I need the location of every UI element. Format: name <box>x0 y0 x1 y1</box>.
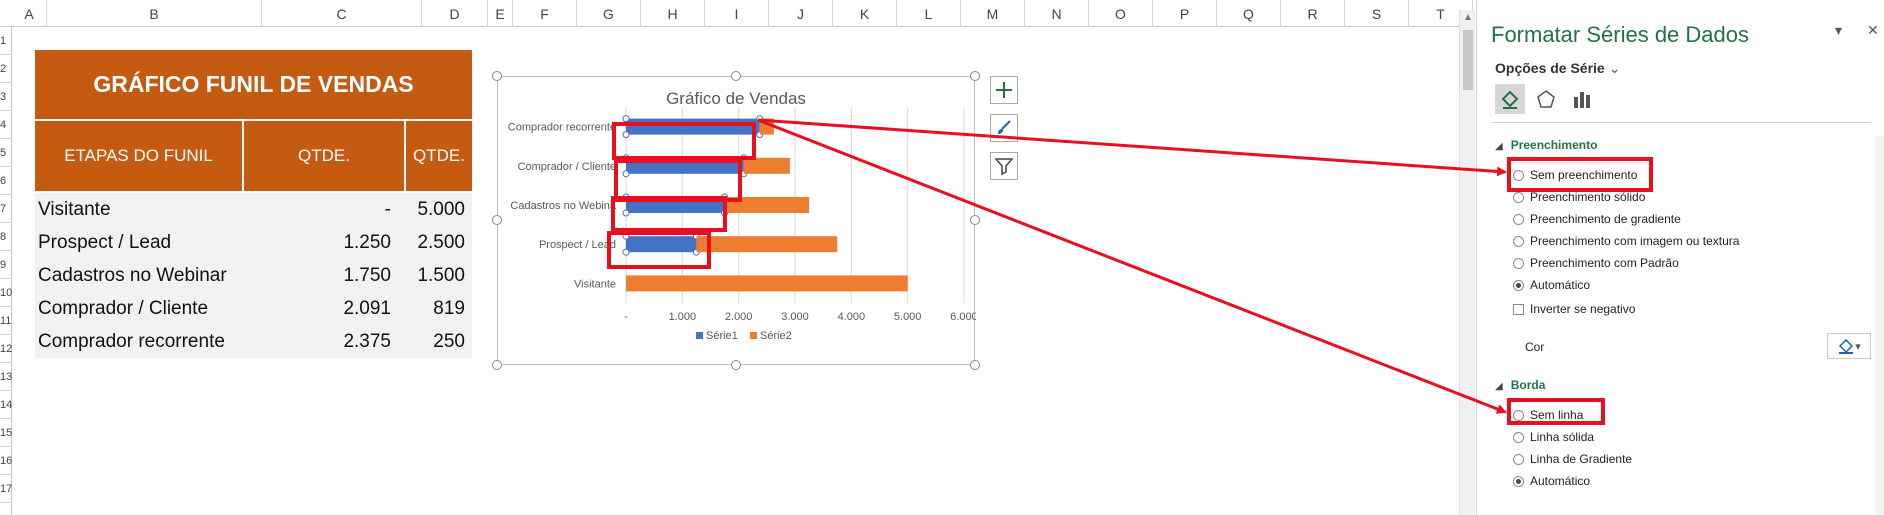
annotation-arrows <box>757 118 1507 414</box>
excel-window: ABCDEFGHIJKLMNOPQRST 1 2 3 4 5 6 7 8 9 10 11 12 13 14… <box>0 0 1884 515</box>
